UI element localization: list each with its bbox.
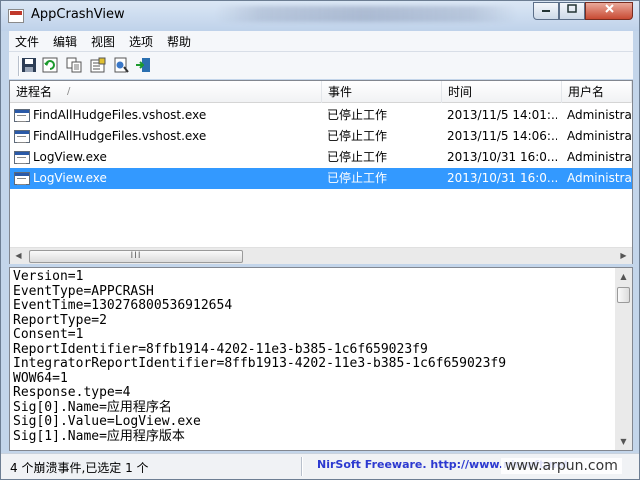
copy-button[interactable] xyxy=(64,56,83,74)
table-row[interactable]: LogView.exe 已停止工作 2013/10/31 16:0... Adm… xyxy=(10,147,632,168)
maximize-icon xyxy=(567,4,577,13)
window-title: AppCrashView xyxy=(31,7,125,22)
refresh-icon xyxy=(42,57,57,73)
report-line: EventType=APPCRASH xyxy=(13,283,154,299)
cell-event: 已停止工作 xyxy=(327,108,388,122)
column-header-time[interactable]: 时间 xyxy=(442,81,562,103)
app-window: AppCrashView 文件 编辑 视图 选项 帮助 进程名 / 事件 时间 … xyxy=(0,0,640,480)
scroll-down-icon[interactable]: ▼ xyxy=(615,433,632,450)
scroll-right-icon[interactable]: ▶ xyxy=(615,248,632,264)
exit-button[interactable] xyxy=(133,56,152,74)
cell-time: 2013/11/5 14:06:... xyxy=(447,129,557,143)
report-line: Sig[1].Name=应用程序版本 xyxy=(13,428,185,444)
close-button[interactable] xyxy=(585,2,633,20)
report-line: IntegratorReportIdentifier=8ffb1913-4202… xyxy=(13,356,507,371)
cell-time: 2013/10/31 16:0... xyxy=(447,171,557,185)
report-line: Version=1 xyxy=(13,269,84,284)
cell-user: Administrat xyxy=(567,150,632,164)
report-line: Consent=1 xyxy=(13,327,84,342)
report-detail-pane[interactable]: Version=1 EventType=APPCRASH EventTime=1… xyxy=(9,267,633,451)
menu-help[interactable]: 帮助 xyxy=(167,33,191,50)
table-row-selected[interactable]: LogView.exe 已停止工作 2013/10/31 16:0... Adm… xyxy=(10,168,632,189)
column-header-process-label: 进程名 xyxy=(16,85,53,99)
list-header: 进程名 / 事件 时间 用户名 xyxy=(10,81,632,103)
cell-process: LogView.exe xyxy=(33,171,107,185)
exe-icon xyxy=(14,172,30,185)
menu-file[interactable]: 文件 xyxy=(15,33,39,50)
cell-process: LogView.exe xyxy=(33,150,107,164)
html-report-icon xyxy=(114,57,129,73)
exit-icon xyxy=(135,58,150,72)
report-line: Response.type=4 xyxy=(13,385,131,400)
cell-event: 已停止工作 xyxy=(327,129,388,143)
exe-icon xyxy=(14,130,30,143)
report-line: WOW64=1 xyxy=(13,370,68,386)
column-header-user[interactable]: 用户名 xyxy=(562,81,632,103)
report-line: Sig[0].Value=LogView.exe xyxy=(13,414,201,429)
save-button[interactable] xyxy=(19,56,38,74)
blurred-title-area xyxy=(216,6,516,22)
watermark: www.arpun.com xyxy=(501,458,622,474)
menu-edit[interactable]: 编辑 xyxy=(53,33,77,50)
close-icon xyxy=(604,4,614,13)
cell-user: Administrat xyxy=(567,129,632,143)
properties-icon xyxy=(90,57,105,73)
cell-event: 已停止工作 xyxy=(327,171,388,185)
scroll-left-icon[interactable]: ◀ xyxy=(10,248,27,264)
table-row[interactable]: FindAllHudgeFiles.vshost.exe 已停止工作 2013/… xyxy=(10,105,632,126)
cell-user: Administrat xyxy=(567,171,632,185)
title-bar[interactable]: AppCrashView xyxy=(1,1,639,31)
cell-user: Administrat xyxy=(567,108,632,122)
cell-time: 2013/11/5 14:01:... xyxy=(447,108,557,122)
column-header-process[interactable]: 进程名 / xyxy=(10,81,322,103)
cell-event: 已停止工作 xyxy=(327,150,388,164)
app-icon xyxy=(8,9,24,23)
maximize-button[interactable] xyxy=(559,2,585,20)
exe-icon xyxy=(14,109,30,122)
report-line: EventTime=130276800536912654 xyxy=(13,298,233,313)
status-divider xyxy=(301,457,303,476)
horizontal-scroll-thumb[interactable]: III xyxy=(29,250,243,263)
minimize-icon xyxy=(542,10,550,12)
cell-time: 2013/10/31 16:0... xyxy=(447,150,557,164)
report-line: ReportIdentifier=8ffb1914-4202-11e3-b385… xyxy=(13,341,428,357)
table-row[interactable]: FindAllHudgeFiles.vshost.exe 已停止工作 2013/… xyxy=(10,126,632,147)
properties-button[interactable] xyxy=(88,56,107,74)
vertical-scrollbar[interactable]: ▲ ▼ xyxy=(615,268,632,450)
report-line: ReportType=2 xyxy=(13,312,107,328)
refresh-button[interactable] xyxy=(40,56,59,74)
menu-bar: 文件 编辑 视图 选项 帮助 xyxy=(9,31,633,51)
crash-list[interactable]: 进程名 / 事件 时间 用户名 FindAllHudgeFiles.vshost… xyxy=(9,80,633,264)
copy-icon xyxy=(66,57,81,73)
toolbar xyxy=(9,51,633,79)
status-count: 4 个崩溃事件,已选定 1 个 xyxy=(10,461,149,475)
horizontal-scrollbar[interactable]: ◀ III ▶ xyxy=(10,247,632,264)
report-text: Version=1 EventType=APPCRASH EventTime=1… xyxy=(13,269,611,444)
sort-indicator: / xyxy=(67,86,71,97)
save-icon xyxy=(21,58,36,72)
cell-process: FindAllHudgeFiles.vshost.exe xyxy=(33,129,207,143)
menu-options[interactable]: 选项 xyxy=(129,33,153,50)
column-header-event[interactable]: 事件 xyxy=(322,81,442,103)
html-report-button[interactable] xyxy=(111,56,130,74)
minimize-button[interactable] xyxy=(533,2,559,20)
vertical-scroll-thumb[interactable] xyxy=(617,287,630,303)
cell-process: FindAllHudgeFiles.vshost.exe xyxy=(33,108,207,122)
exe-icon xyxy=(14,151,30,164)
menu-view[interactable]: 视图 xyxy=(91,33,115,50)
scroll-up-icon[interactable]: ▲ xyxy=(615,268,632,285)
report-line: Sig[0].Name=应用程序名 xyxy=(13,399,172,415)
